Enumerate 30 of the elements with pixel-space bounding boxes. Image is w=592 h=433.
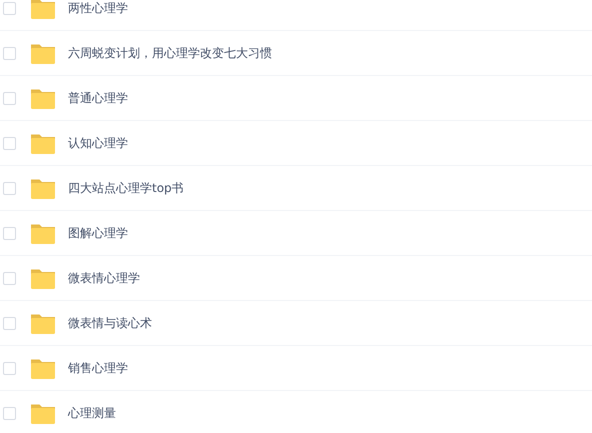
folder-icon [30, 42, 56, 64]
file-name[interactable]: 普通心理学 [68, 90, 128, 106]
folder-icon [30, 222, 56, 244]
checkbox[interactable] [3, 46, 16, 60]
folder-icon [30, 312, 56, 334]
checkbox[interactable] [3, 92, 16, 104]
file-name[interactable]: 图解心理学 [68, 224, 128, 242]
folder-icon [30, 0, 56, 18]
folder-icon [30, 132, 56, 154]
checkbox[interactable] [3, 182, 16, 194]
file-name[interactable]: 六周蜕变计划，用心理学改变七大习惯 [68, 44, 272, 62]
checkbox[interactable] [3, 272, 16, 284]
file-name[interactable]: 两性心理学 [68, 0, 128, 16]
checkbox[interactable] [3, 362, 16, 374]
file-name[interactable]: 销售心理学 [68, 360, 128, 376]
checkbox[interactable] [3, 226, 16, 240]
file-name[interactable]: 认知心理学 [68, 134, 128, 152]
folder-icon [30, 402, 56, 424]
checkbox[interactable] [3, 2, 16, 14]
file-name[interactable]: 心理测量 [68, 404, 116, 422]
folder-icon [30, 358, 56, 378]
file-name[interactable]: 四大站点心理学top书 [68, 180, 184, 196]
file-name[interactable]: 微表情心理学 [68, 270, 140, 286]
file-name[interactable]: 微表情与读心术 [68, 314, 152, 332]
checkbox[interactable] [3, 406, 16, 420]
folder-icon [30, 88, 56, 108]
folder-icon [30, 268, 56, 288]
checkbox[interactable] [3, 136, 16, 150]
checkbox[interactable] [3, 316, 16, 330]
folder-icon [30, 178, 56, 198]
